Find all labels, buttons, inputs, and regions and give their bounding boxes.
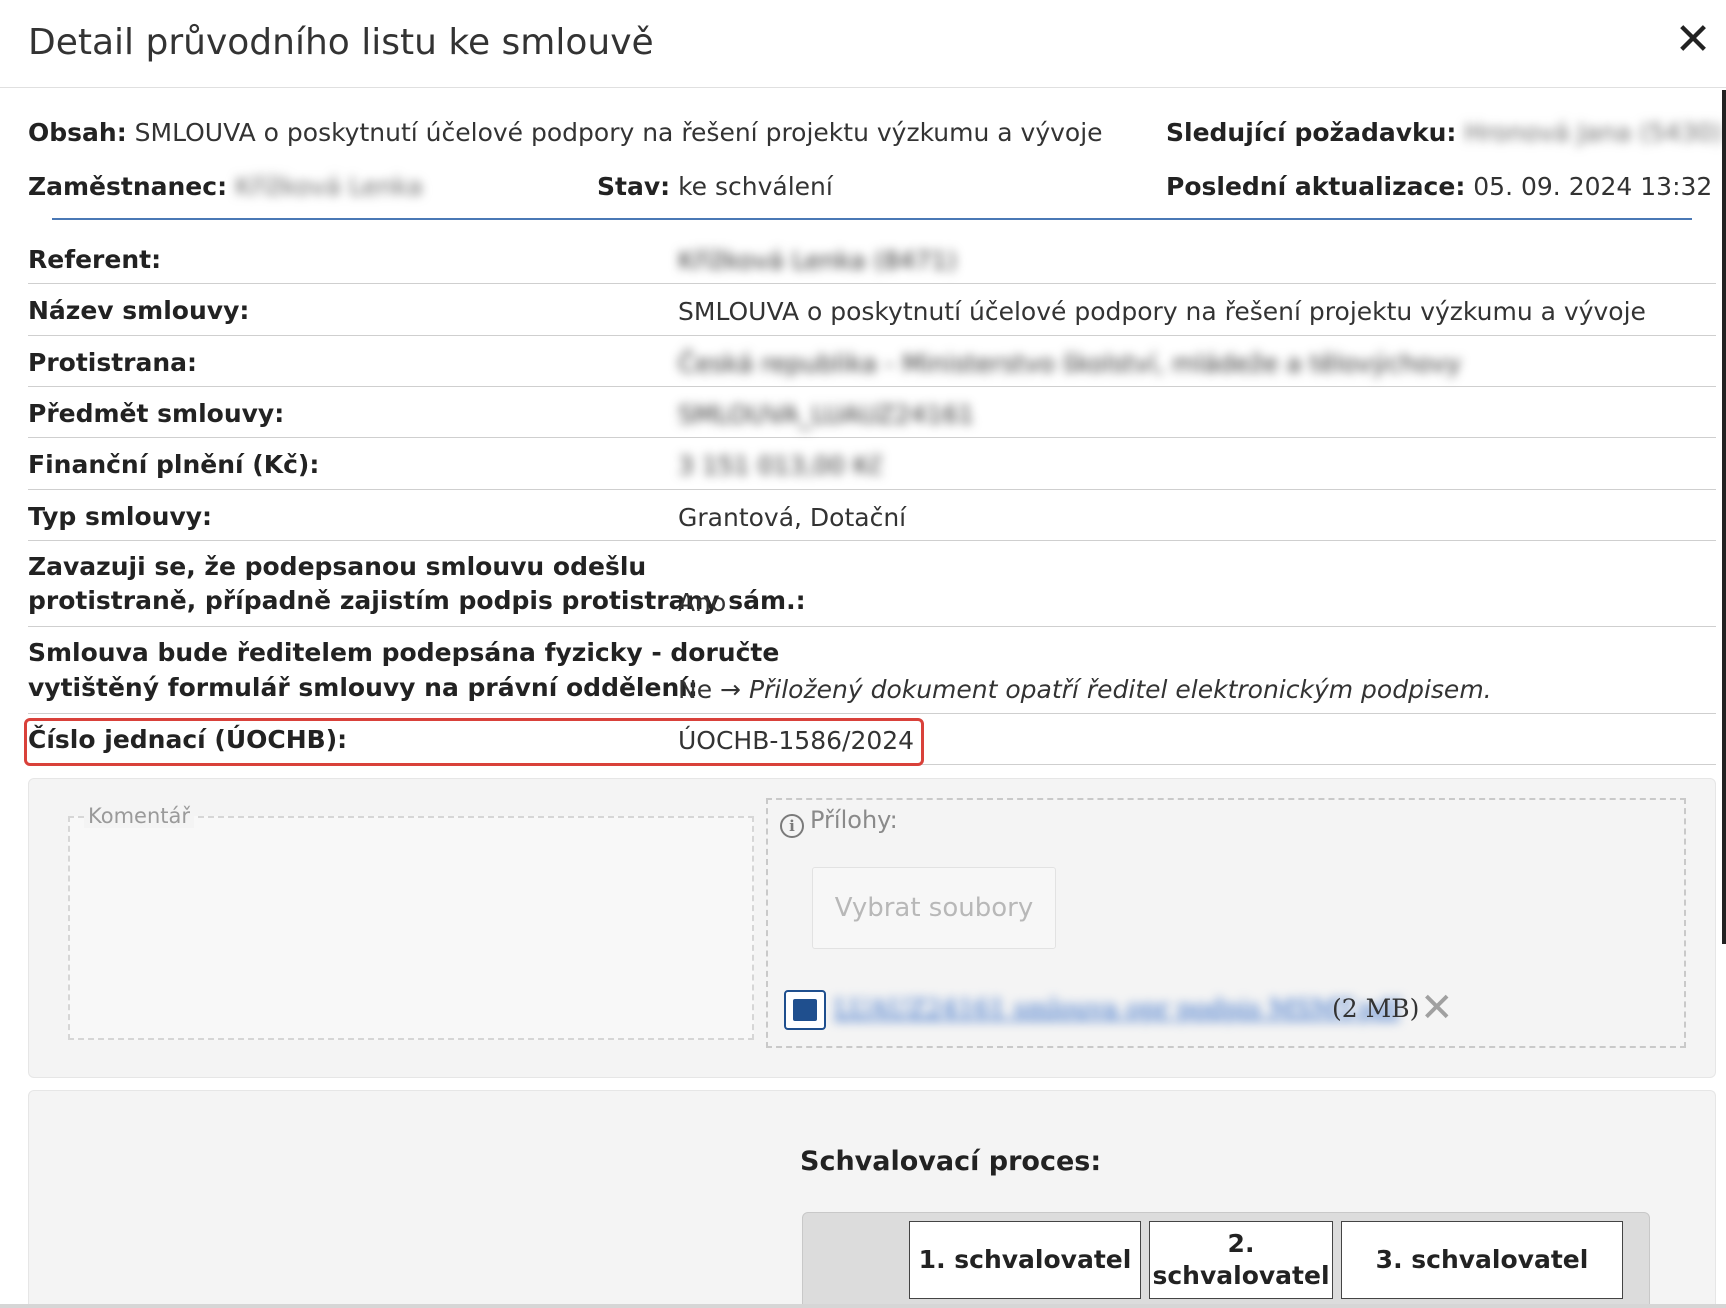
- detail-label-line1: Zavazuji se, že podepsanou smlouvu odešl…: [28, 552, 647, 581]
- zamestnanec-value: Křížková Lenka: [235, 172, 423, 201]
- detail-row-financni: Finanční plnění (Kč): 3 151 013,00 Kč: [28, 438, 1716, 490]
- detail-row-nazev: Název smlouvy: SMLOUVA o poskytnutí účel…: [28, 284, 1716, 336]
- stav-value: ke schválení: [678, 172, 833, 201]
- approver-header-1: 1. schvalovatel: [909, 1221, 1141, 1299]
- attachment-file-link[interactable]: LUAUZ24161 smlouva opr podpis MSMT.pdf: [834, 994, 1399, 1023]
- obsah-value: SMLOUVA o poskytnutí účelové podpory na …: [134, 118, 1103, 147]
- sledujici-label: Sledující požadavku:: [1166, 118, 1457, 147]
- detail-label: Finanční plnění (Kč):: [28, 450, 320, 479]
- aktualizace-value: 05. 09. 2024 13:32: [1473, 172, 1713, 201]
- detail-row-podpis: Smlouva bude ředitelem podepsána fyzicky…: [28, 627, 1716, 714]
- highlight-box: [24, 718, 924, 766]
- detail-label: Typ smlouvy:: [28, 502, 213, 531]
- detail-value: Ne → Přiložený dokument opatří ředitel e…: [678, 675, 1492, 704]
- detail-row-protistrana: Protistrana: Česká republika - Ministers…: [28, 336, 1716, 387]
- sledujici-field: Sledující požadavku: Hronová Jana (5430): [1166, 118, 1726, 148]
- detail-row-predmet: Předmět smlouvy: SMLOUVA_LUAUZ24161: [28, 387, 1716, 438]
- aktualizace-field: Poslední aktualizace: 05. 09. 2024 13:32: [1166, 172, 1712, 201]
- close-icon[interactable]: ✕: [1670, 18, 1716, 64]
- attachments-label: i Přílohy:: [780, 806, 898, 838]
- bottom-divider: [0, 1304, 1726, 1308]
- detail-value: SMLOUVA_LUAUZ24161: [678, 400, 975, 429]
- detail-row-zavazuji: Zavazuji se, že podepsanou smlouvu odešl…: [28, 541, 1716, 627]
- detail-value-main: Ne →: [678, 675, 741, 704]
- comment-legend: Komentář: [84, 804, 194, 828]
- detail-value: Ano: [678, 588, 727, 617]
- stav-label: Stav:: [597, 172, 671, 201]
- obsah-label: Obsah:: [28, 118, 127, 147]
- detail-value-note: Přiložený dokument opatří ředitel elektr…: [748, 675, 1492, 704]
- detail-value: Grantová, Dotační: [678, 503, 907, 532]
- summary-divider: [52, 218, 1692, 220]
- detail-value: Křížková Lenka (8471): [678, 246, 957, 275]
- approval-process-title: Schvalovací proces:: [800, 1146, 1102, 1177]
- detail-value: Česká republika - Ministerstvo školství,…: [678, 349, 1462, 378]
- detail-value: SMLOUVA o poskytnutí účelové podpory na …: [678, 297, 1646, 326]
- image-file-icon-inner: [793, 999, 817, 1021]
- approval-table: 1. schvalovatel 2. schvalovatel 3. schva…: [802, 1212, 1650, 1308]
- attachment-file-size: (2 MB): [1332, 994, 1420, 1023]
- detail-row-typ: Typ smlouvy: Grantová, Dotační: [28, 490, 1716, 541]
- comment-textarea[interactable]: [68, 816, 754, 1040]
- stav-field: Stav: ke schválení: [597, 172, 833, 201]
- scrollbar-thumb[interactable]: [1722, 90, 1726, 944]
- choose-files-button[interactable]: Vybrat soubory: [812, 867, 1056, 949]
- detail-label-line2: vytištěný formulář smlouvy na právní odd…: [28, 673, 698, 702]
- image-file-icon: [784, 990, 826, 1030]
- zamestnanec-label: Zaměstnanec:: [28, 172, 228, 201]
- attachments-label-text: Přílohy:: [810, 806, 898, 834]
- zamestnanec-field: Zaměstnanec: Křížková Lenka: [28, 172, 423, 201]
- aktualizace-label: Poslední aktualizace:: [1166, 172, 1466, 201]
- dialog-title: Detail průvodního listu ke smlouvě: [28, 22, 654, 63]
- detail-value: 3 151 013,00 Kč: [678, 451, 884, 480]
- detail-label-line1: Smlouva bude ředitelem podepsána fyzicky…: [28, 638, 780, 667]
- approver-header-2: 2. schvalovatel: [1149, 1221, 1333, 1299]
- sledujici-value: Hronová Jana (5430): [1464, 118, 1723, 147]
- dialog-header: Detail průvodního listu ke smlouvě ✕: [0, 0, 1726, 88]
- detail-label: Předmět smlouvy:: [28, 399, 285, 428]
- detail-label: Referent:: [28, 245, 162, 274]
- obsah-field: Obsah: SMLOUVA o poskytnutí účelové podp…: [28, 118, 1103, 147]
- detail-label: Název smlouvy:: [28, 296, 250, 325]
- remove-attachment-icon[interactable]: ✕: [1420, 988, 1454, 1028]
- detail-label: Protistrana:: [28, 348, 198, 377]
- info-icon: i: [780, 814, 804, 838]
- detail-row-referent: Referent: Křížková Lenka (8471): [28, 234, 1716, 284]
- approver-header-3: 3. schvalovatel: [1341, 1221, 1623, 1299]
